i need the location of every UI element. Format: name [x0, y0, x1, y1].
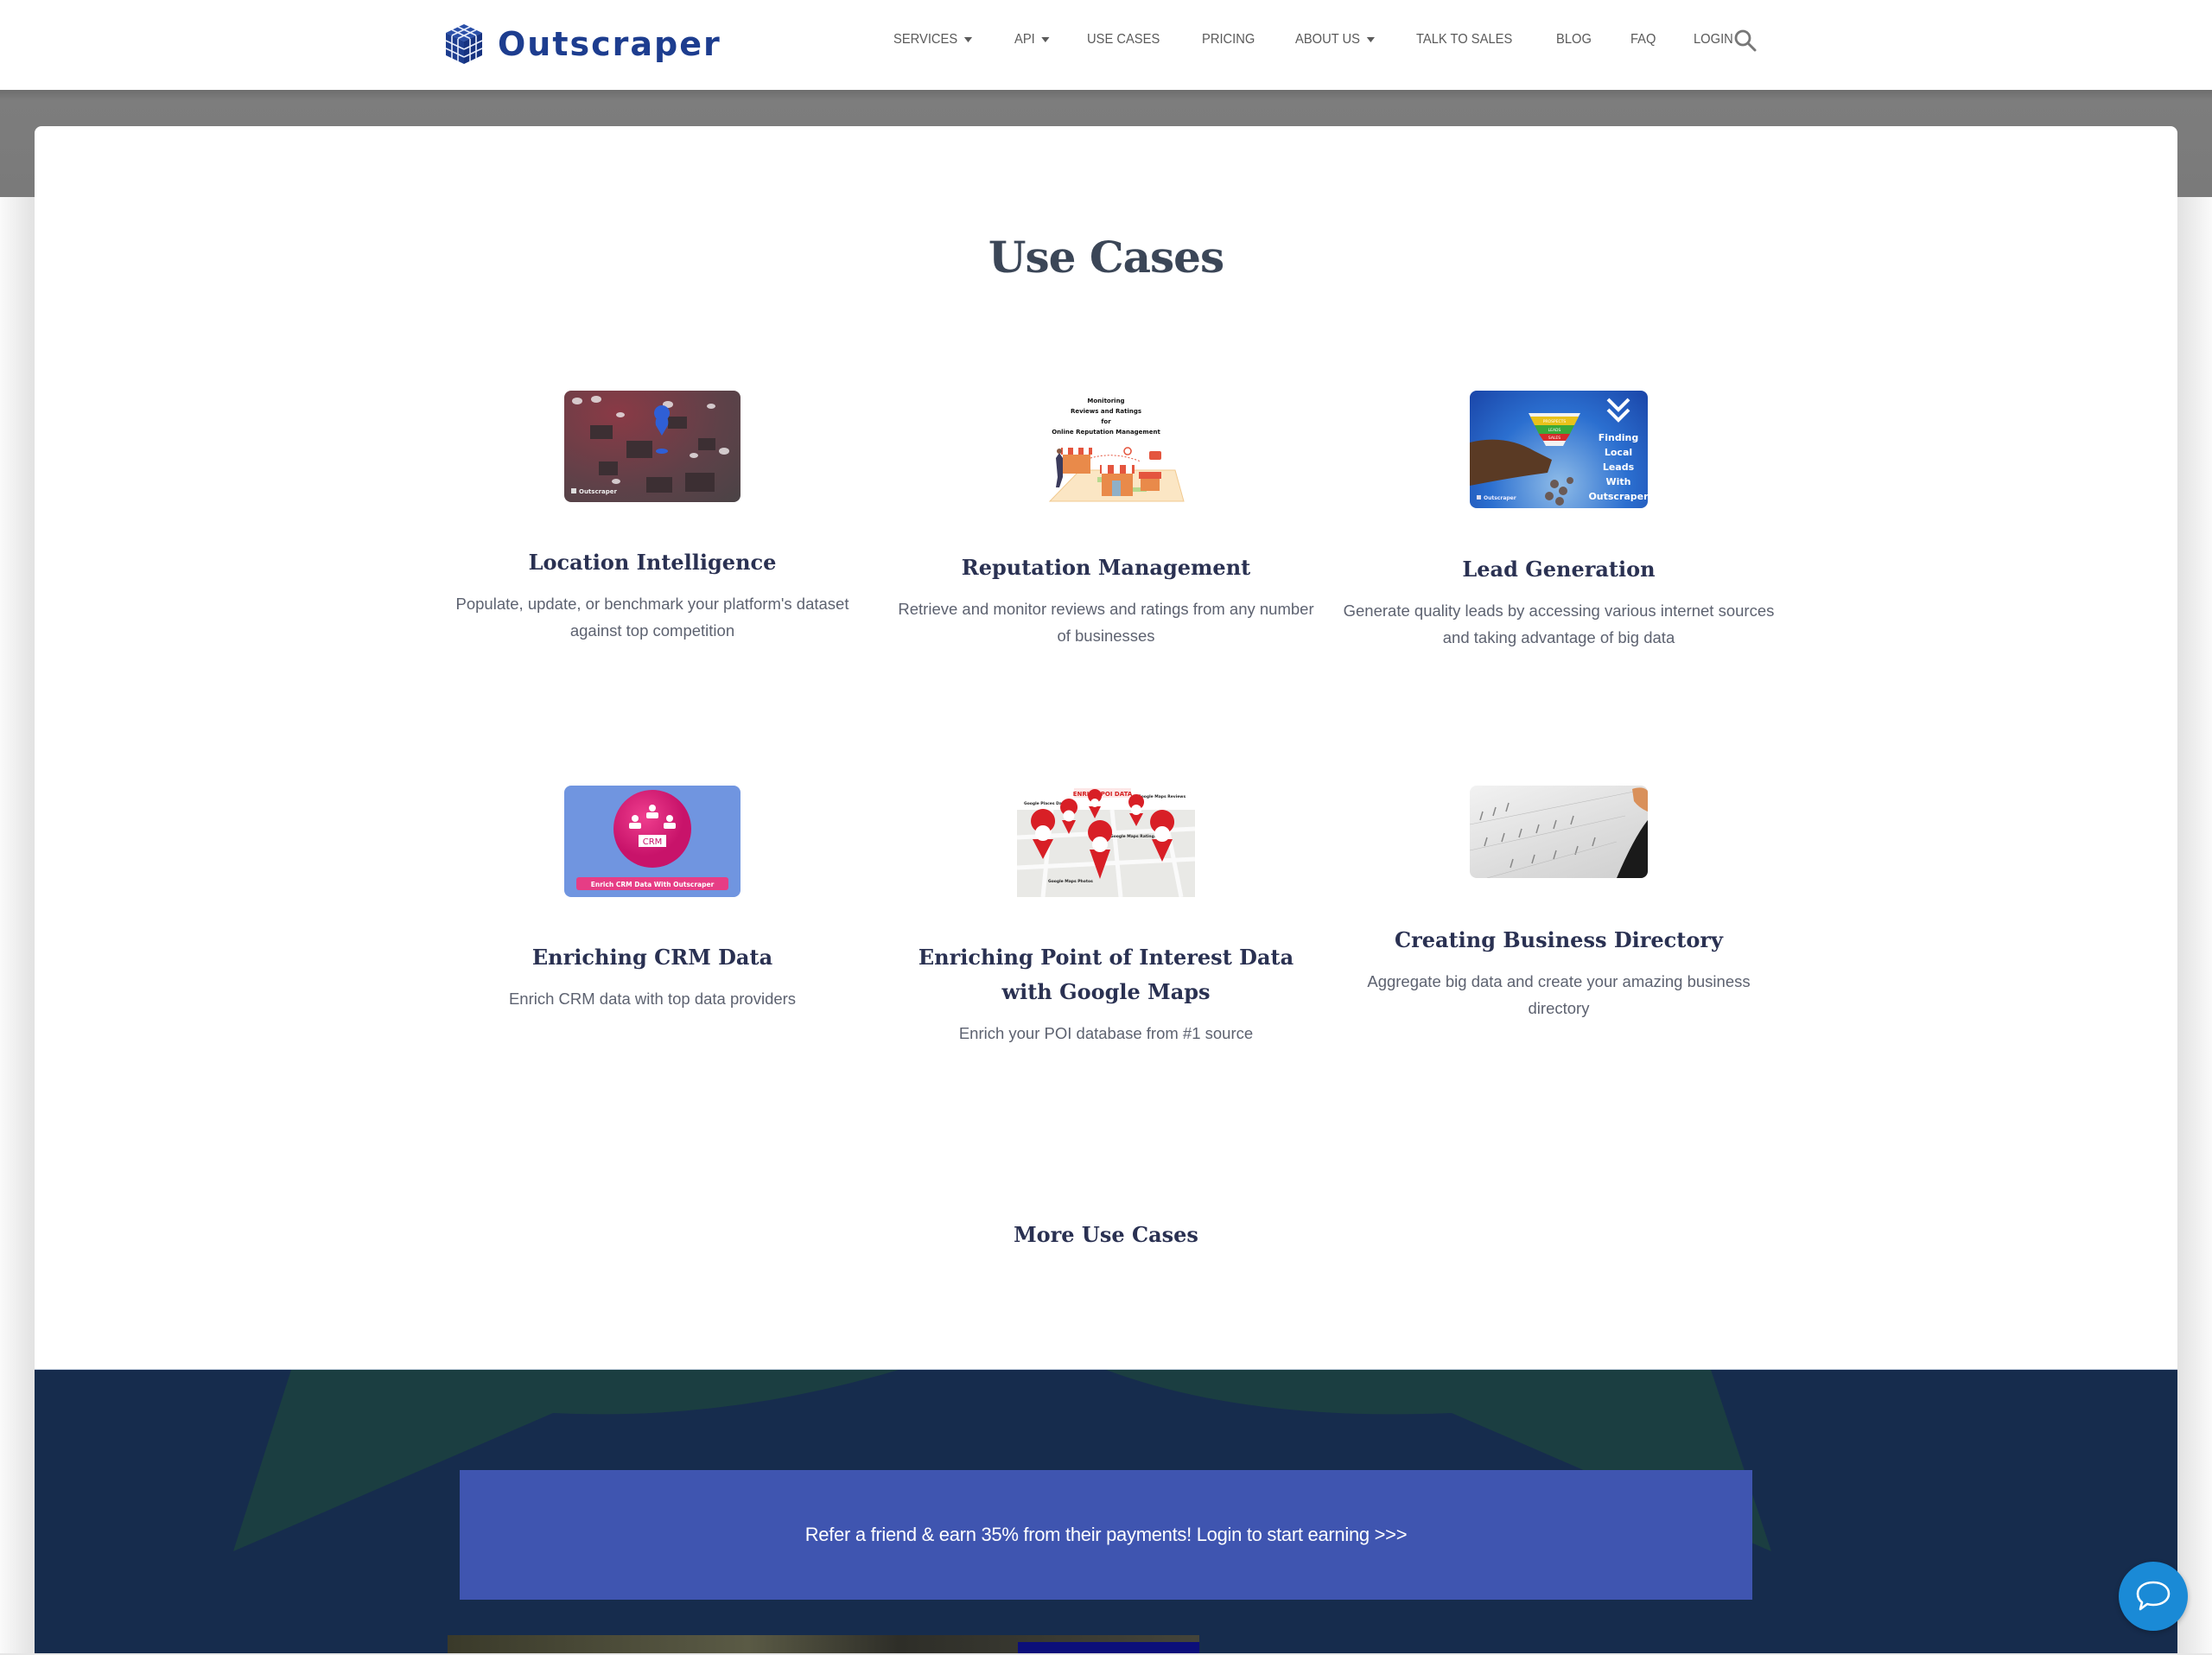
nav-label: LOGIN — [1693, 32, 1733, 47]
image-label: Google Maps Reviews — [1138, 794, 1185, 799]
logo[interactable]: Outscraper — [442, 21, 721, 67]
nav-pricing[interactable]: PRICING — [1202, 29, 1255, 50]
use-case-card: CRM Enrich CRM Data With Outscraper Enri… — [436, 786, 868, 1012]
card-title[interactable]: Enriching Point of Interest Data with Go… — [890, 940, 1322, 1009]
image-caption: Enrich CRM Data With Outscraper — [591, 881, 715, 888]
nav-label: USE CASES — [1087, 32, 1160, 47]
use-case-card: PROSPECTS LEADS SALES Finding Local Lead… — [1343, 391, 1775, 651]
nav-api[interactable]: API — [1014, 29, 1049, 50]
image-label: Google Places Data — [1024, 801, 1066, 806]
image-caption: Outscraper — [579, 488, 618, 495]
chat-bubble-icon — [2136, 1581, 2171, 1611]
video-thumbnail[interactable] — [448, 1635, 1199, 1655]
blocks-map-icon: Outscraper — [571, 396, 729, 495]
card-description: Generate quality leads by accessing vari… — [1343, 602, 1775, 646]
image-text: Monitoring — [1087, 398, 1124, 404]
funnel-label: LEADS — [1548, 428, 1561, 433]
business-directory-image[interactable] — [1470, 786, 1648, 878]
nav-blog[interactable]: BLOG — [1556, 29, 1592, 50]
image-label: Google Maps Photos — [1048, 879, 1093, 884]
crm-badge-icon: CRM Enrich CRM Data With Outscraper — [576, 790, 728, 890]
card-title[interactable]: Creating Business Directory — [1343, 923, 1775, 958]
image-text: Leads — [1603, 461, 1635, 473]
badge-text: CRM — [643, 837, 663, 847]
image-text: Online Reputation Management — [1052, 429, 1160, 436]
funnel-label: SALES — [1548, 436, 1560, 441]
nav-label: FAQ — [1630, 32, 1656, 47]
location-intelligence-image[interactable]: Outscraper — [564, 391, 741, 502]
lead-generation-image[interactable]: PROSPECTS LEADS SALES Finding Local Lead… — [1470, 391, 1648, 508]
card-description: Retrieve and monitor reviews and ratings… — [898, 600, 1314, 645]
use-case-card: Monitoring Reviews and Ratings for Onlin… — [890, 391, 1322, 649]
brand-name: Outscraper — [498, 25, 721, 63]
caret-down-icon — [1366, 37, 1375, 42]
nav-label: TALK TO SALES — [1416, 32, 1513, 47]
main-content: Use Cases Outscraper Location Intelligen… — [35, 126, 2177, 1371]
cube-logo-icon — [445, 24, 483, 64]
use-case-card: ENRICH POI DATA Google Places Data Googl… — [890, 786, 1322, 1047]
image-text: Local — [1605, 447, 1632, 458]
poi-image[interactable]: ENRICH POI DATA Google Places Data Googl… — [1017, 786, 1195, 897]
storefront-map-icon: Monitoring Reviews and Ratings for Onlin… — [1048, 398, 1185, 502]
sales-funnel-icon: PROSPECTS LEADS SALES Finding Local Lead… — [1470, 398, 1648, 506]
chat-button[interactable] — [2119, 1562, 2188, 1631]
nav-talk-to-sales[interactable]: TALK TO SALES — [1416, 29, 1512, 50]
caret-down-icon — [1040, 37, 1049, 42]
referral-section: Refer a friend & earn 35% from their pay… — [35, 1370, 2177, 1655]
image-label: Google Maps Ratings — [1110, 834, 1157, 839]
site-header: Outscraper SERVICES API USE CASES PRICIN… — [0, 0, 2212, 90]
nav-services[interactable]: SERVICES — [893, 29, 972, 50]
funnel-label: PROSPECTS — [1543, 419, 1567, 424]
more-use-cases-link[interactable]: More Use Cases — [35, 1222, 2177, 1247]
card-title[interactable]: Reputation Management — [890, 551, 1322, 585]
crm-image[interactable]: CRM Enrich CRM Data With Outscraper — [564, 786, 741, 897]
image-text: Outscraper — [1588, 491, 1648, 502]
image-text: With — [1606, 476, 1631, 487]
reputation-management-image[interactable]: Monitoring Reviews and Ratings for Onlin… — [1020, 391, 1192, 507]
referral-banner[interactable]: Refer a friend & earn 35% from their pay… — [460, 1470, 1752, 1600]
use-case-card: Creating Business Directory Aggregate bi… — [1343, 786, 1775, 1022]
nav-label: PRICING — [1202, 32, 1255, 47]
nav-label: SERVICES — [893, 32, 958, 47]
nav-label: API — [1014, 32, 1035, 47]
page-gutter-right — [2177, 197, 2212, 1655]
card-description: Populate, update, or benchmark your plat… — [455, 595, 849, 640]
image-text: for — [1101, 418, 1111, 425]
use-case-card: Outscraper Location Intelligence Populat… — [436, 391, 868, 644]
main-nav: SERVICES API USE CASES PRICING ABOUT US … — [893, 29, 1771, 50]
card-title[interactable]: Lead Generation — [1343, 552, 1775, 587]
map-pins-icon: ENRICH POI DATA Google Places Data Googl… — [1017, 788, 1195, 897]
card-description: Aggregate big data and create your amazi… — [1367, 972, 1751, 1017]
page-title: Use Cases — [988, 232, 1224, 283]
referral-text: Refer a friend & earn 35% from their pay… — [804, 1524, 1408, 1545]
image-text: Reviews and Ratings — [1071, 408, 1141, 415]
image-text: Finding — [1599, 432, 1638, 443]
card-description: Enrich your POI database from #1 source — [958, 1024, 1254, 1042]
nav-use-cases[interactable]: USE CASES — [1087, 29, 1160, 50]
nav-label: BLOG — [1556, 32, 1592, 47]
nav-login[interactable]: LOGIN — [1694, 29, 1733, 50]
caret-down-icon — [963, 37, 972, 42]
card-title[interactable]: Location Intelligence — [436, 545, 868, 580]
nav-about-us[interactable]: ABOUT US — [1295, 29, 1375, 50]
image-caption: Outscraper — [1484, 495, 1516, 501]
nav-faq[interactable]: FAQ — [1630, 29, 1656, 50]
card-description: Enrich CRM data with top data providers — [508, 990, 797, 1008]
directory-pages-icon — [1470, 787, 1648, 878]
image-heading: ENRICH POI DATA — [1073, 791, 1133, 798]
search-icon[interactable] — [1733, 29, 1758, 53]
nav-label: ABOUT US — [1294, 32, 1360, 47]
card-title[interactable]: Enriching CRM Data — [436, 940, 868, 975]
page-gutter-left — [0, 197, 35, 1655]
